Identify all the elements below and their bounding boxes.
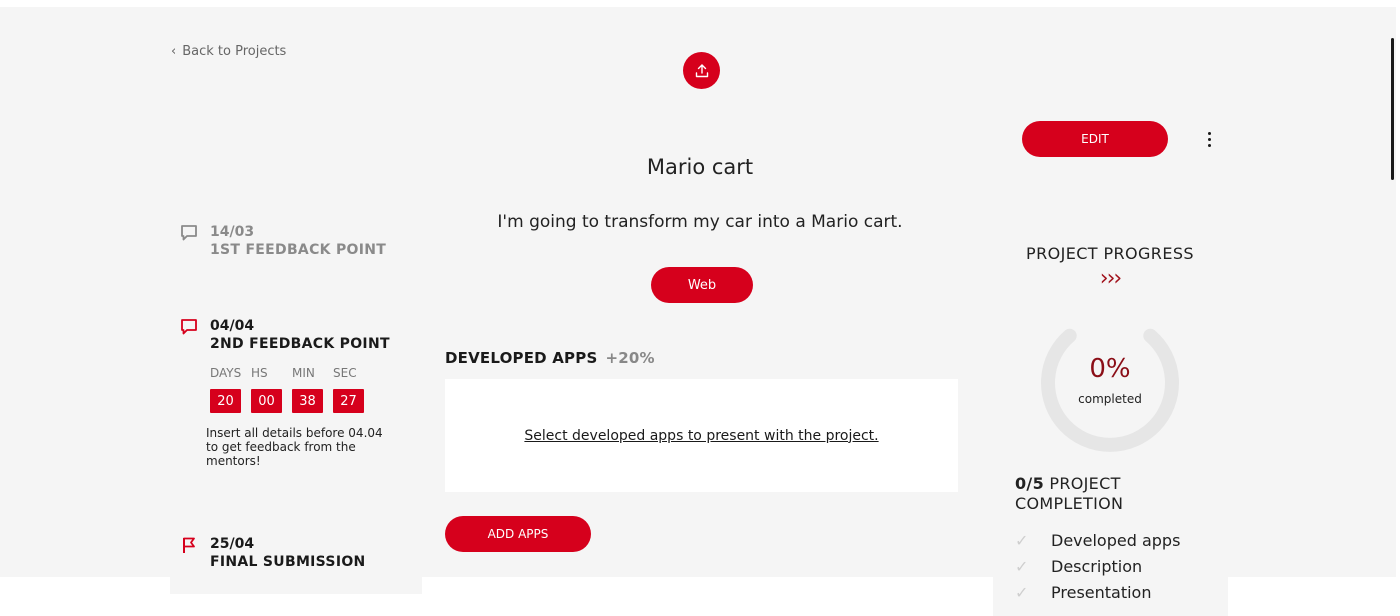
project-progress-title: PROJECT PROGRESS: [1026, 244, 1194, 263]
checklist-item-presentation: ✓ Presentation: [1015, 583, 1151, 602]
add-apps-button[interactable]: ADD APPS: [445, 516, 591, 552]
comment-icon: [181, 319, 197, 335]
timeline-label: 1ST FEEDBACK POINT: [210, 242, 387, 258]
countdown-hours: 00: [251, 389, 282, 413]
gauge-track: [1041, 328, 1179, 452]
triple-chevron-icon: ›››: [1099, 266, 1122, 291]
comment-icon: [181, 225, 197, 241]
countdown-labels: DAYS HS MIN SEC: [210, 366, 374, 380]
timeline-panel: 14/03 1ST FEEDBACK POINT 04/04 2ND FEEDB…: [170, 200, 422, 594]
progress-percent: 0%: [1089, 354, 1131, 384]
countdown-seconds: 27: [333, 389, 364, 413]
countdown-minutes: 38: [292, 389, 323, 413]
chevron-left-icon: ‹: [171, 44, 177, 59]
back-to-projects-link[interactable]: ‹ Back to Projects: [171, 44, 286, 59]
checklist-label: Developed apps: [1051, 531, 1181, 550]
check-icon: ✓: [1015, 557, 1029, 576]
checklist-label: Presentation: [1051, 583, 1152, 602]
countdown-label-days: DAYS: [210, 366, 242, 380]
checklist-item-description: ✓ Description: [1015, 557, 1142, 576]
countdown-values: 20 00 38 27: [210, 389, 374, 413]
select-apps-link[interactable]: Select developed apps to present with th…: [524, 428, 878, 444]
checklist-item-developed-apps: ✓ Developed apps: [1015, 531, 1180, 550]
project-completion-heading: 0/5 PROJECT COMPLETION: [1015, 474, 1123, 514]
developed-apps-bonus: +20%: [605, 349, 655, 367]
completion-label: PROJECT: [1049, 474, 1121, 493]
upload-button[interactable]: [683, 52, 720, 89]
countdown-note: Insert all details before 04.04 to get f…: [206, 426, 383, 468]
project-title: Mario cart: [646, 155, 754, 179]
timeline-label: 2ND FEEDBACK POINT: [210, 336, 390, 352]
progress-gauge: [1041, 328, 1179, 452]
developed-apps-heading: DEVELOPED APPS +20%: [445, 349, 655, 367]
back-link-label: Back to Projects: [182, 44, 287, 59]
countdown-label-seconds: SEC: [333, 366, 357, 380]
timeline-date: 14/03: [210, 224, 255, 240]
flag-icon: [183, 537, 195, 553]
completion-label-2: COMPLETION: [1015, 494, 1124, 513]
check-icon: ✓: [1015, 583, 1029, 602]
timeline-date: 04/04: [210, 318, 255, 334]
timeline-date: 25/04: [210, 536, 255, 552]
developed-apps-title: DEVELOPED APPS: [445, 349, 598, 367]
timeline-label: FINAL SUBMISSION: [210, 554, 366, 570]
developed-apps-box: Select developed apps to present with th…: [445, 379, 958, 492]
completion-count: 0/5: [1015, 474, 1045, 493]
countdown-days: 20: [210, 389, 241, 413]
completion-panel: 0/5 PROJECT COMPLETION ✓ Developed apps …: [993, 468, 1228, 616]
project-tag-pill[interactable]: Web: [651, 267, 753, 303]
countdown-label-hours: HS: [251, 366, 268, 380]
check-icon: ✓: [1015, 531, 1029, 550]
upload-icon: [695, 63, 708, 77]
more-options-icon[interactable]: [1201, 129, 1217, 149]
progress-subtitle: completed: [1078, 392, 1142, 406]
edit-button[interactable]: EDIT: [1022, 121, 1168, 157]
countdown-label-minutes: MIN: [292, 366, 315, 380]
checklist-label: Description: [1051, 557, 1143, 576]
